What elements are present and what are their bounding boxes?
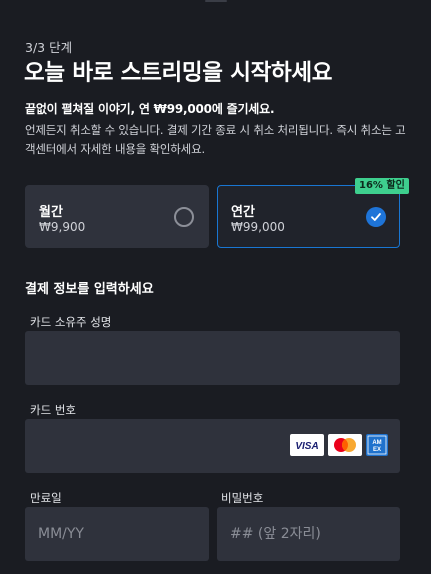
plan-price: ₩99,000	[231, 220, 285, 234]
amex-logo-icon: AM EX	[366, 434, 388, 456]
payment-section-title: 결제 정보를 입력하세요	[25, 282, 154, 297]
radio-selected-check-icon[interactable]	[366, 207, 386, 227]
card-number-label: 카드 번호	[30, 403, 76, 417]
cvc-label: 비밀번호	[221, 491, 264, 505]
plan-name: 월간	[39, 205, 63, 220]
page-title: 오늘 바로 스트리밍을 시작하세요	[24, 60, 333, 86]
card-password-input[interactable]	[217, 507, 400, 561]
top-handle-indicator	[205, 0, 227, 2]
cancellation-description: 언제든지 취소할 수 있습니다. 결제 기간 종료 시 취소 처리됩니다. 즉시…	[25, 123, 406, 156]
discount-badge: 16% 할인	[355, 178, 409, 194]
subscription-checkout-page: 3/3 단계 오늘 바로 스트리밍을 시작하세요 끝없이 펼쳐질 이야기, 연 …	[0, 0, 431, 574]
expiry-label: 만료일	[30, 491, 62, 505]
card-brand-logos: VISA AM EX	[290, 434, 390, 458]
expiry-input[interactable]	[25, 507, 209, 561]
svg-text:AM: AM	[372, 440, 381, 446]
plan-option-monthly[interactable]: 월간 ₩9,900	[25, 185, 209, 248]
cardholder-name-input[interactable]	[25, 331, 400, 385]
svg-text:VISA: VISA	[295, 441, 318, 452]
page-subtitle: 끝없이 펼쳐질 이야기, 연 ₩99,000에 즐기세요.	[25, 102, 275, 116]
mastercard-logo-icon	[328, 434, 362, 456]
cardholder-name-label: 카드 소유주 성명	[30, 315, 112, 329]
plan-option-annual[interactable]: 연간 ₩99,000	[217, 185, 400, 248]
svg-text:EX: EX	[373, 447, 381, 453]
radio-unselected-icon[interactable]	[174, 207, 194, 227]
plan-price: ₩9,900	[39, 220, 86, 234]
visa-logo-icon: VISA	[290, 434, 324, 456]
plan-name: 연간	[231, 205, 255, 220]
step-indicator: 3/3 단계	[25, 40, 73, 55]
